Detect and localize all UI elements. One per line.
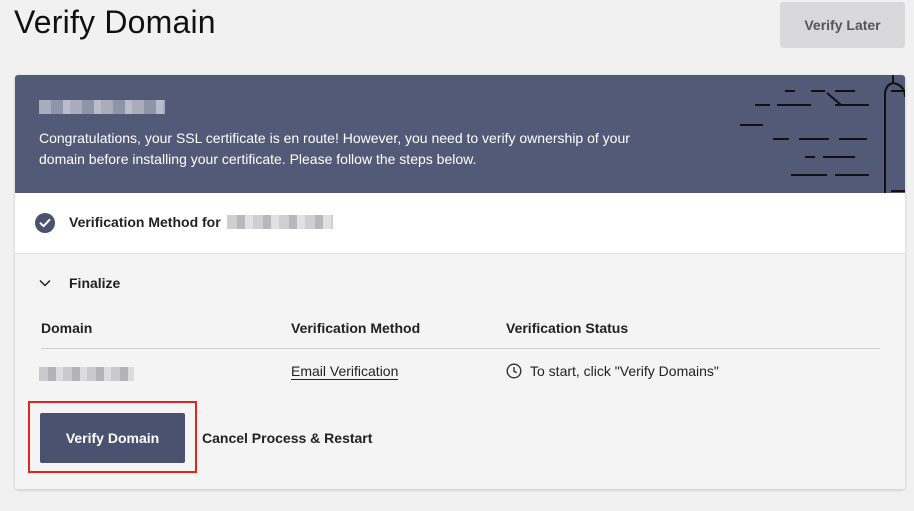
redacted-customer-name <box>39 100 165 114</box>
finalize-label[interactable]: Finalize <box>69 275 120 291</box>
decorative-lines-graphic <box>740 75 905 193</box>
page-title: Verify Domain <box>14 4 216 40</box>
verification-card: Congratulations, your SSL certificate is… <box>15 75 905 489</box>
verify-domain-button[interactable]: Verify Domain <box>40 413 185 463</box>
verification-method-label: Verification Method for <box>69 214 221 230</box>
check-circle-icon <box>35 213 55 233</box>
column-header-verification-method: Verification Method <box>291 320 421 336</box>
column-header-verification-status: Verification Status <box>506 320 629 336</box>
redacted-domain <box>227 215 333 229</box>
ssl-banner: Congratulations, your SSL certificate is… <box>15 75 905 193</box>
email-verification-link[interactable]: Email Verification <box>291 363 399 380</box>
finalize-section: Finalize Domain Verification Method Veri… <box>15 254 905 489</box>
banner-message: Congratulations, your SSL certificate is… <box>39 130 630 167</box>
redacted-domain-cell <box>39 367 134 381</box>
cancel-process-restart-link[interactable]: Cancel Process & Restart <box>202 430 372 446</box>
column-header-domain: Domain <box>41 320 93 336</box>
clock-icon <box>506 363 522 379</box>
table-divider <box>41 348 880 349</box>
verify-later-button[interactable]: Verify Later <box>780 2 905 48</box>
verification-method-row[interactable]: Verification Method for <box>15 193 905 254</box>
chevron-down-icon[interactable] <box>39 278 51 288</box>
verification-status-text: To start, click "Verify Domains" <box>530 363 719 379</box>
